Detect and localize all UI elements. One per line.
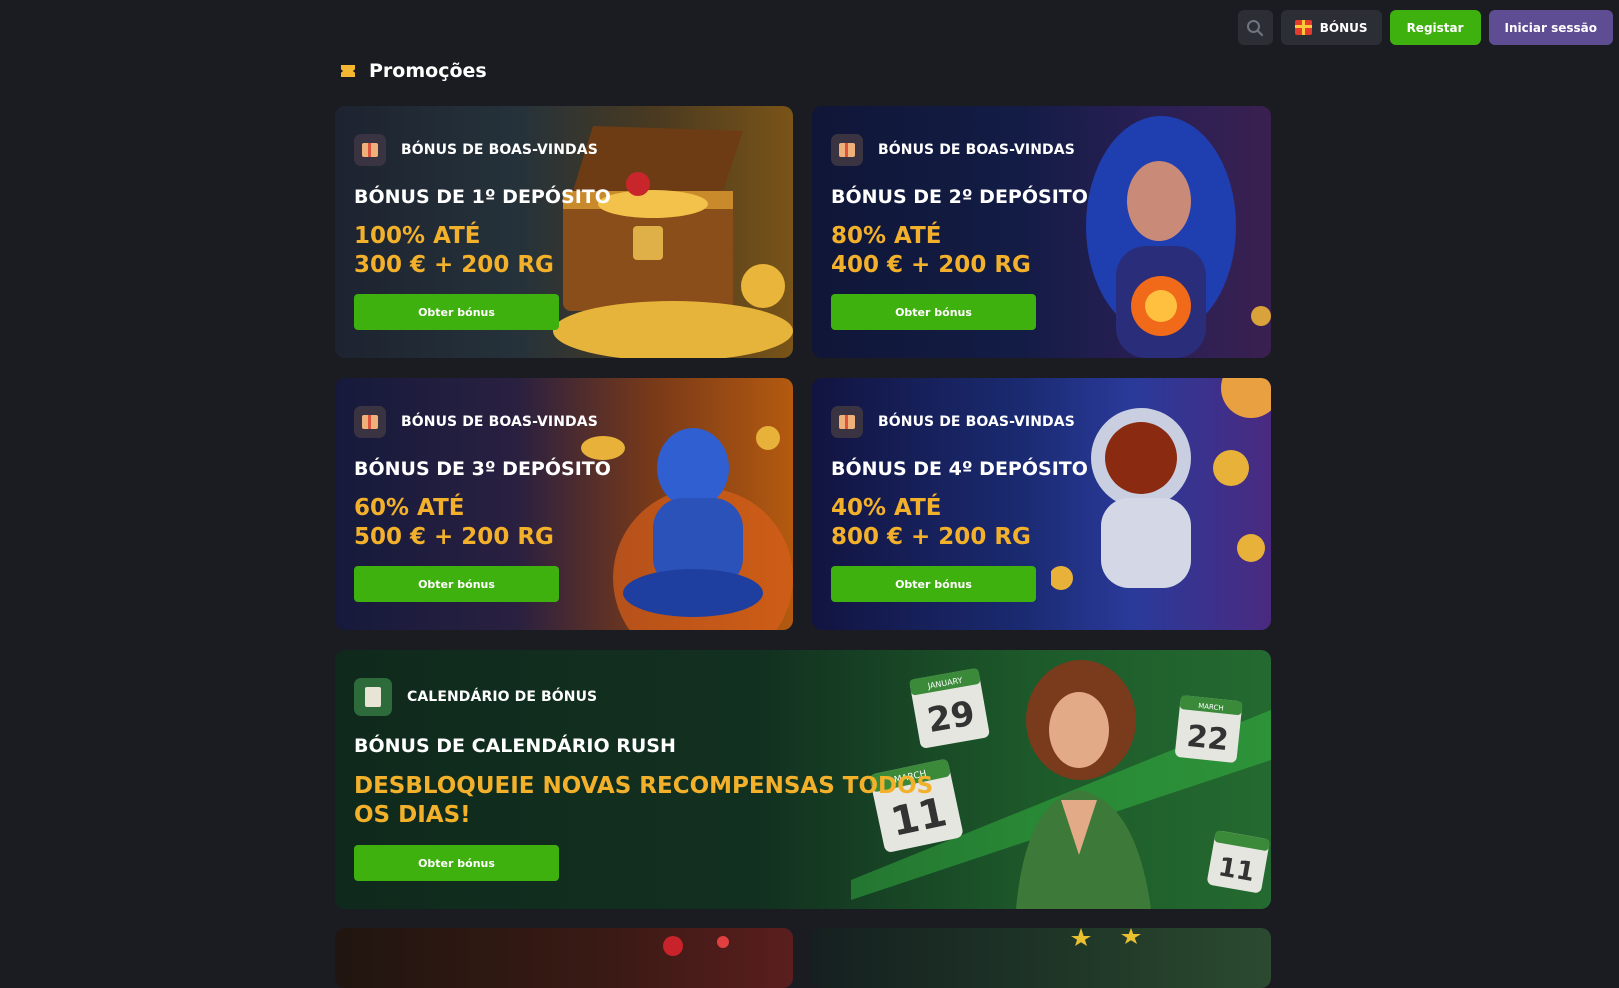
promo-card-content: BÓNUS DE BOAS-VINDAS BÓNUS DE 3º DEPÓSIT… [354,378,793,630]
promo-amount: 40% ATÉ 800 € + 200 RG [831,494,1031,552]
gift-icon [1294,20,1312,35]
get-bonus-button[interactable]: Obter bónus [354,845,559,881]
promo-tag: BÓNUS DE BOAS-VINDAS [354,134,598,166]
promo-card-4[interactable]: BÓNUS DE BOAS-VINDAS BÓNUS DE 4º DEPÓSIT… [812,378,1271,630]
promo-amount-line2: 500 € + 200 RG [354,524,554,550]
promo-amount: 60% ATÉ 500 € + 200 RG [354,494,554,552]
promo-tag-label: BÓNUS DE BOAS-VINDAS [878,414,1075,430]
promo-amount-line2: 400 € + 200 RG [831,252,1031,278]
calendar-card-content: CALENDÁRIO DE BÓNUS BÓNUS DE CALENDÁRIO … [354,650,1271,909]
promo-tag: BÓNUS DE BOAS-VINDAS [831,406,1075,438]
search-icon [1247,19,1264,36]
calendar-promo-card[interactable]: JANUARY 29 MARCH 22 MARCH 11 11 CALENDÁR… [335,650,1271,909]
promo-amount-line1: 100% ATÉ [354,223,481,249]
promo-tag: BÓNUS DE BOAS-VINDAS [354,406,598,438]
ticket-icon [341,65,355,77]
get-bonus-button[interactable]: Obter bónus [354,294,559,330]
promo-amount-line1: 60% ATÉ [354,495,465,521]
promo-amount-line1: 40% ATÉ [831,495,942,521]
get-bonus-button[interactable]: Obter bónus [354,566,559,602]
get-bonus-button[interactable]: Obter bónus [831,566,1036,602]
promo-tag-label: BÓNUS DE BOAS-VINDAS [878,142,1075,158]
calendar-icon [354,678,392,716]
promo-amount-line1: 80% ATÉ [831,223,942,249]
promo-amount: 100% ATÉ 300 € + 200 RG [354,222,554,280]
login-button[interactable]: Iniciar sessão [1488,10,1613,45]
promo-amount: 80% ATÉ 400 € + 200 RG [831,222,1031,280]
get-bonus-button[interactable]: Obter bónus [831,294,1036,330]
promo-card-5[interactable] [335,928,793,988]
promo-title: BÓNUS DE 1º DEPÓSITO [354,186,611,208]
calendar-headline-line1: DESBLOQUEIE NOVAS RECOMPENSAS TODOS [354,773,934,799]
calendar-headline: DESBLOQUEIE NOVAS RECOMPENSAS TODOS OS D… [354,772,933,830]
promo-tag-label: BÓNUS DE BOAS-VINDAS [401,414,598,430]
calendar-title: BÓNUS DE CALENDÁRIO RUSH [354,735,676,757]
promo-amount-line2: 300 € + 200 RG [354,252,554,278]
promo-card-content: BÓNUS DE BOAS-VINDAS BÓNUS DE 2º DEPÓSIT… [831,106,1271,358]
stars-illustration [1071,928,1141,946]
promo-title: BÓNUS DE 3º DEPÓSITO [354,458,611,480]
header-actions: BÓNUS Registar Iniciar sessão [1237,10,1613,45]
promo-card-2[interactable]: BÓNUS DE BOAS-VINDAS BÓNUS DE 2º DEPÓSIT… [812,106,1271,358]
bonus-button-label: BÓNUS [1319,20,1368,35]
promo-title: BÓNUS DE 4º DEPÓSITO [831,458,1088,480]
promo-card-content: BÓNUS DE BOAS-VINDAS BÓNUS DE 1º DEPÓSIT… [354,106,793,358]
promo-card-6[interactable] [812,928,1271,988]
search-button[interactable] [1237,10,1273,45]
register-button[interactable]: Registar [1389,10,1481,45]
promo-card-3[interactable]: BÓNUS DE BOAS-VINDAS BÓNUS DE 3º DEPÓSIT… [335,378,793,630]
promo-card-1[interactable]: BÓNUS DE BOAS-VINDAS BÓNUS DE 1º DEPÓSIT… [335,106,793,358]
promo-title: BÓNUS DE 2º DEPÓSITO [831,186,1088,208]
gift-icon [831,406,863,438]
promo-amount-line2: 800 € + 200 RG [831,524,1031,550]
promo-tag: BÓNUS DE BOAS-VINDAS [831,134,1075,166]
page-title: Promoções [369,60,487,82]
gift-icon [831,134,863,166]
calendar-headline-line2: OS DIAS! [354,802,471,828]
gift-icon [354,134,386,166]
gift-icon [354,406,386,438]
heart-illustration [663,936,729,956]
promo-card-content: BÓNUS DE BOAS-VINDAS BÓNUS DE 4º DEPÓSIT… [831,378,1271,630]
calendar-tag: CALENDÁRIO DE BÓNUS [354,678,597,716]
page-header: Promoções [341,60,487,82]
promo-tag-label: BÓNUS DE BOAS-VINDAS [401,142,598,158]
bonus-button[interactable]: BÓNUS [1280,10,1382,45]
calendar-tag-label: CALENDÁRIO DE BÓNUS [407,689,598,705]
